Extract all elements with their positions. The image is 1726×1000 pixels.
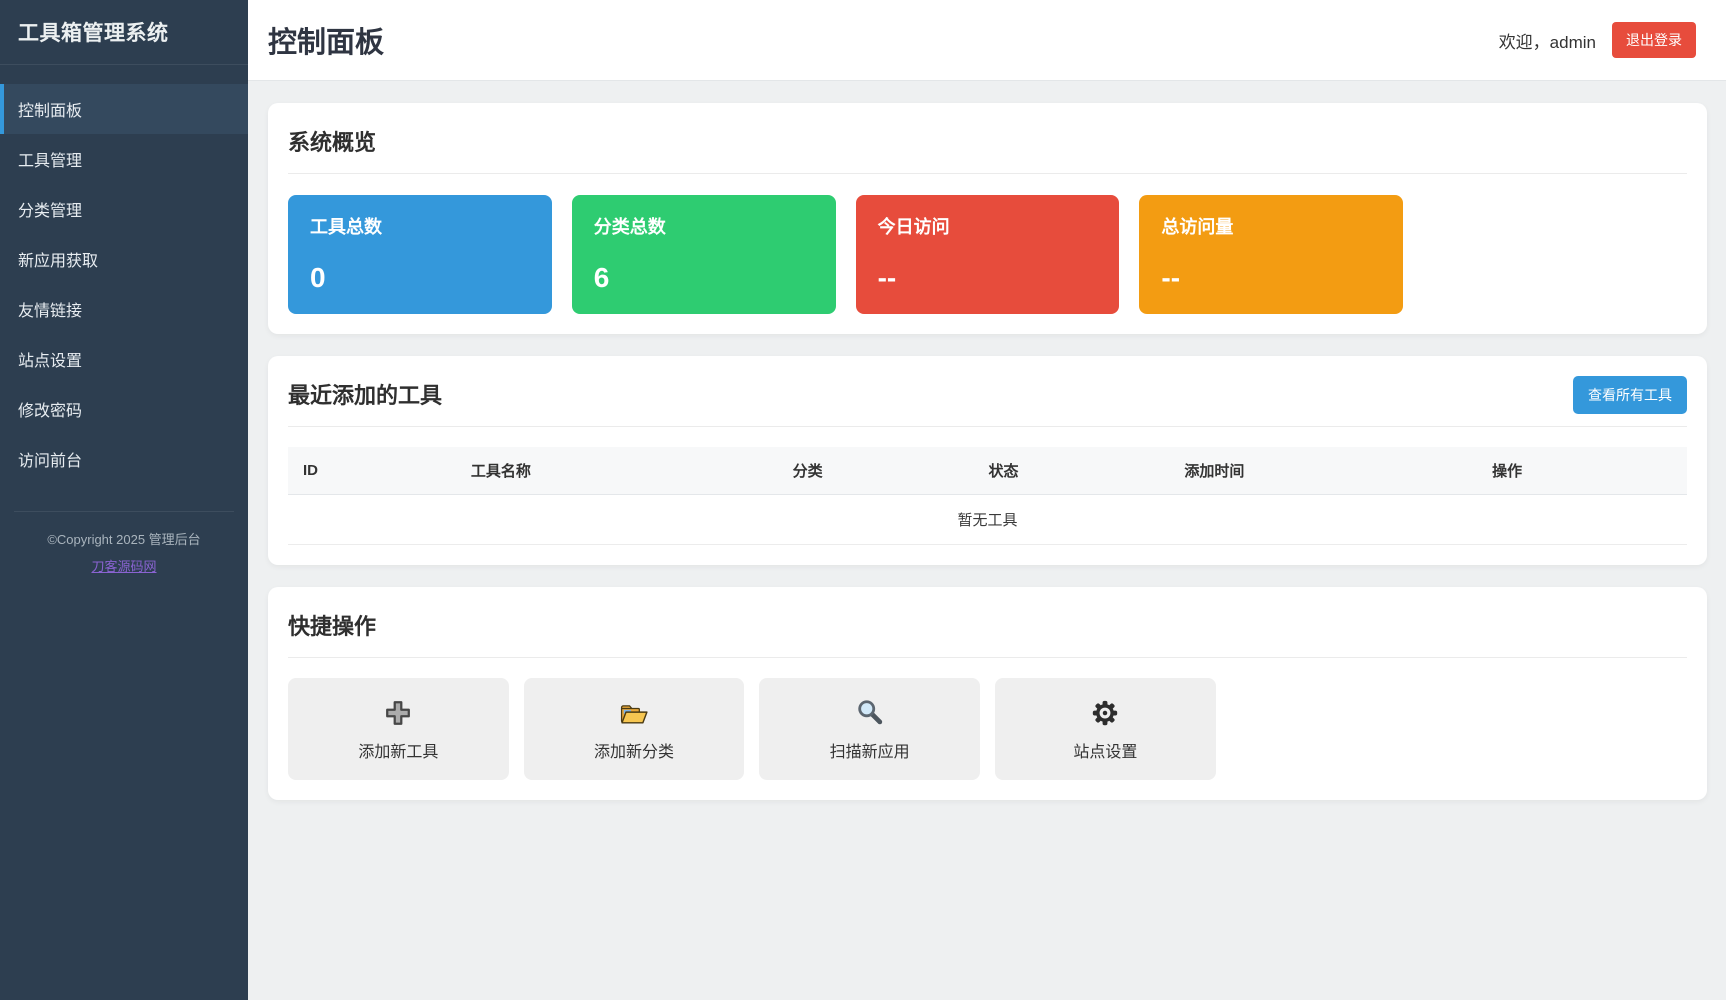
page-title: 控制面板 — [268, 27, 385, 59]
sidebar-footer: ©Copyright 2025 管理后台 刀客源码网 — [14, 511, 234, 575]
main-area: 控制面板 欢迎，admin 退出登录 系统概览 工具总数 0 分类总数 6 今日… — [248, 0, 1726, 1000]
sidebar-item-site-settings[interactable]: 站点设置 — [0, 334, 248, 384]
stats-grid: 工具总数 0 分类总数 6 今日访问 -- 总访问量 -- — [288, 195, 1687, 314]
logout-button[interactable]: 退出登录 — [1612, 22, 1696, 58]
recent-tools-header: 最近添加的工具 查看所有工具 — [288, 376, 1687, 414]
stat-value: 0 — [310, 262, 326, 293]
add-category-tile[interactable]: 添加新分类 — [523, 678, 745, 780]
view-all-tools-button[interactable]: 查看所有工具 — [1573, 376, 1687, 414]
quick-actions-heading: 快捷操作 — [288, 614, 377, 639]
stat-value: -- — [1161, 262, 1181, 293]
divider — [288, 426, 1687, 427]
app-title: 工具箱管理系统 — [0, 0, 248, 65]
sidebar-item-tools[interactable]: 工具管理 — [0, 134, 248, 184]
action-label: 站点设置 — [1073, 743, 1138, 761]
add-tool-tile[interactable]: 添加新工具 — [288, 678, 509, 780]
col-id: ID — [288, 447, 456, 495]
col-name: 工具名称 — [455, 447, 778, 495]
sidebar-item-categories[interactable]: 分类管理 — [0, 184, 248, 234]
col-added: 添加时间 — [1169, 447, 1478, 495]
overview-card: 系统概览 工具总数 0 分类总数 6 今日访问 -- 总访问量 -- — [268, 103, 1707, 334]
sidebar-nav: 控制面板 工具管理 分类管理 新应用获取 友情链接 站点设置 修改密码 访问前台 — [0, 65, 248, 484]
stat-label: 总访问量 — [1161, 217, 1234, 237]
action-label: 添加新分类 — [593, 743, 674, 761]
content: 系统概览 工具总数 0 分类总数 6 今日访问 -- 总访问量 -- 最近添加的… — [248, 81, 1726, 800]
col-status: 状态 — [973, 447, 1170, 495]
recent-tools-heading: 最近添加的工具 — [288, 383, 443, 408]
divider — [288, 173, 1687, 174]
stat-label: 今日访问 — [877, 217, 950, 237]
stat-label: 工具总数 — [310, 217, 382, 237]
plus-icon — [382, 697, 414, 729]
col-actions: 操作 — [1477, 447, 1687, 495]
tools-table: ID 工具名称 分类 状态 添加时间 操作 暂无工具 — [288, 447, 1687, 545]
stat-card-total-tools: 工具总数 0 — [288, 195, 552, 314]
folder-icon — [618, 697, 650, 729]
action-label: 添加新工具 — [358, 743, 439, 761]
header-right: 欢迎，admin 退出登录 — [1499, 22, 1696, 58]
table-header-row: ID 工具名称 分类 状态 添加时间 操作 — [288, 447, 1687, 495]
quick-actions-card: 快捷操作 添加新工具 添加新分类 扫描新应用 站点设置 — [268, 587, 1707, 800]
stat-card-today-visits: 今日访问 -- — [855, 195, 1120, 314]
sidebar-item-links[interactable]: 友情链接 — [0, 284, 248, 334]
stat-value: -- — [877, 262, 897, 293]
footer-link[interactable]: 刀客源码网 — [91, 556, 156, 575]
scan-apps-tile[interactable]: 扫描新应用 — [759, 678, 980, 780]
divider — [288, 657, 1687, 658]
gear-icon — [1089, 697, 1121, 729]
recent-tools-card: 最近添加的工具 查看所有工具 ID 工具名称 分类 状态 添加时间 操作 暂无工… — [268, 356, 1707, 565]
stat-label: 分类总数 — [593, 217, 666, 237]
copyright-text: ©Copyright 2025 管理后台 — [47, 532, 201, 547]
site-settings-tile[interactable]: 站点设置 — [995, 678, 1216, 780]
sidebar-item-dashboard[interactable]: 控制面板 — [0, 84, 248, 134]
col-category: 分类 — [777, 447, 974, 495]
stat-card-total-categories: 分类总数 6 — [571, 195, 836, 314]
actions-grid: 添加新工具 添加新分类 扫描新应用 站点设置 — [288, 678, 1687, 780]
action-label: 扫描新应用 — [829, 743, 910, 761]
stat-card-total-visits: 总访问量 -- — [1139, 195, 1404, 314]
stat-value: 6 — [593, 262, 610, 293]
overview-heading: 系统概览 — [288, 130, 377, 155]
sidebar-item-new-apps[interactable]: 新应用获取 — [0, 234, 248, 284]
empty-row: 暂无工具 — [288, 494, 1687, 545]
sidebar-item-visit-frontend[interactable]: 访问前台 — [0, 434, 248, 484]
empty-message: 暂无工具 — [288, 494, 1687, 545]
welcome-text: 欢迎，admin — [1498, 32, 1596, 52]
sidebar-item-change-password[interactable]: 修改密码 — [0, 384, 248, 434]
top-header: 控制面板 欢迎，admin 退出登录 — [248, 0, 1726, 81]
sidebar: 工具箱管理系统 控制面板 工具管理 分类管理 新应用获取 友情链接 站点设置 修… — [0, 0, 248, 1000]
search-icon — [854, 697, 886, 729]
